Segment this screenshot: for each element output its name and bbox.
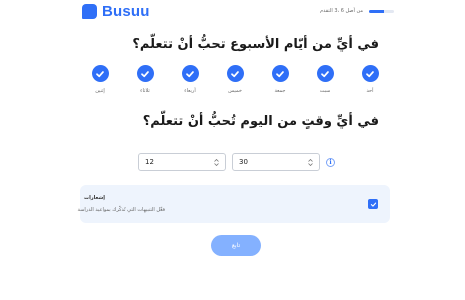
question-time-heading: في أيِّ وقتٍ من اليوم تُحبُّ أنْ تتعلّم؟ — [142, 114, 379, 129]
day-option[interactable]: ثلاثاء — [127, 65, 163, 94]
checkmark-icon — [136, 65, 154, 82]
progress-text: من أصل 6 ،3 التقدم — [320, 8, 363, 14]
progress-bar — [369, 9, 394, 13]
checkmark-icon — [361, 65, 379, 82]
up-down-caret-icon — [308, 158, 313, 166]
day-option[interactable]: إثنين — [82, 65, 118, 94]
notifications-card: إشعارات فعِّل التنبيهات التي تُذكّرك بمو… — [77, 185, 390, 223]
minute-select[interactable]: 30 — [232, 153, 320, 171]
day-option[interactable]: جمعة — [262, 65, 298, 94]
hour-value: 12 — [145, 158, 154, 166]
day-option[interactable]: أحد — [352, 65, 388, 94]
day-label: إثنين — [95, 88, 105, 94]
day-option[interactable]: أربعاء — [172, 65, 208, 94]
checkmark-icon — [226, 65, 244, 82]
day-label: سبت — [319, 88, 331, 94]
notifications-description: فعِّل التنبيهات التي تُذكّرك بمواعيد الد… — [77, 207, 165, 213]
day-option[interactable]: سبت — [307, 65, 343, 94]
question-days-heading: في أيِّ من أيّام الأسبوع تحبُّ أنْ تتعلّ… — [132, 37, 379, 52]
busuu-logo-icon — [82, 4, 97, 19]
busuu-logo: Busuu — [82, 3, 150, 20]
next-button[interactable]: تابع — [211, 235, 261, 256]
day-option[interactable]: خميس — [217, 65, 253, 94]
checkmark-icon — [316, 65, 334, 82]
day-label: ثلاثاء — [140, 88, 150, 94]
day-label: خميس — [228, 88, 242, 94]
day-label: أربعاء — [184, 88, 196, 94]
days-row: أحد سبت جمعة خميس أربعاء ثلاثاء إثنين — [82, 65, 388, 94]
checkmark-icon — [181, 65, 199, 82]
checkmark-icon — [91, 65, 109, 82]
up-down-caret-icon — [214, 158, 219, 166]
checkmark-icon — [370, 202, 376, 207]
day-label: أحد — [366, 88, 374, 94]
minute-value: 30 — [239, 158, 248, 166]
day-label: جمعة — [274, 88, 286, 94]
progress-indicator: من أصل 6 ،3 التقدم — [320, 8, 394, 14]
logo-text: Busuu — [102, 3, 150, 20]
hour-select[interactable]: 12 — [138, 153, 226, 171]
notifications-title: إشعارات — [84, 195, 105, 201]
checkmark-icon — [271, 65, 289, 82]
notifications-checkbox[interactable] — [368, 199, 378, 209]
progress-fill — [369, 9, 384, 13]
header: Busuu من أصل 6 ،3 التقدم — [0, 0, 465, 26]
info-icon[interactable]: i — [326, 158, 335, 167]
